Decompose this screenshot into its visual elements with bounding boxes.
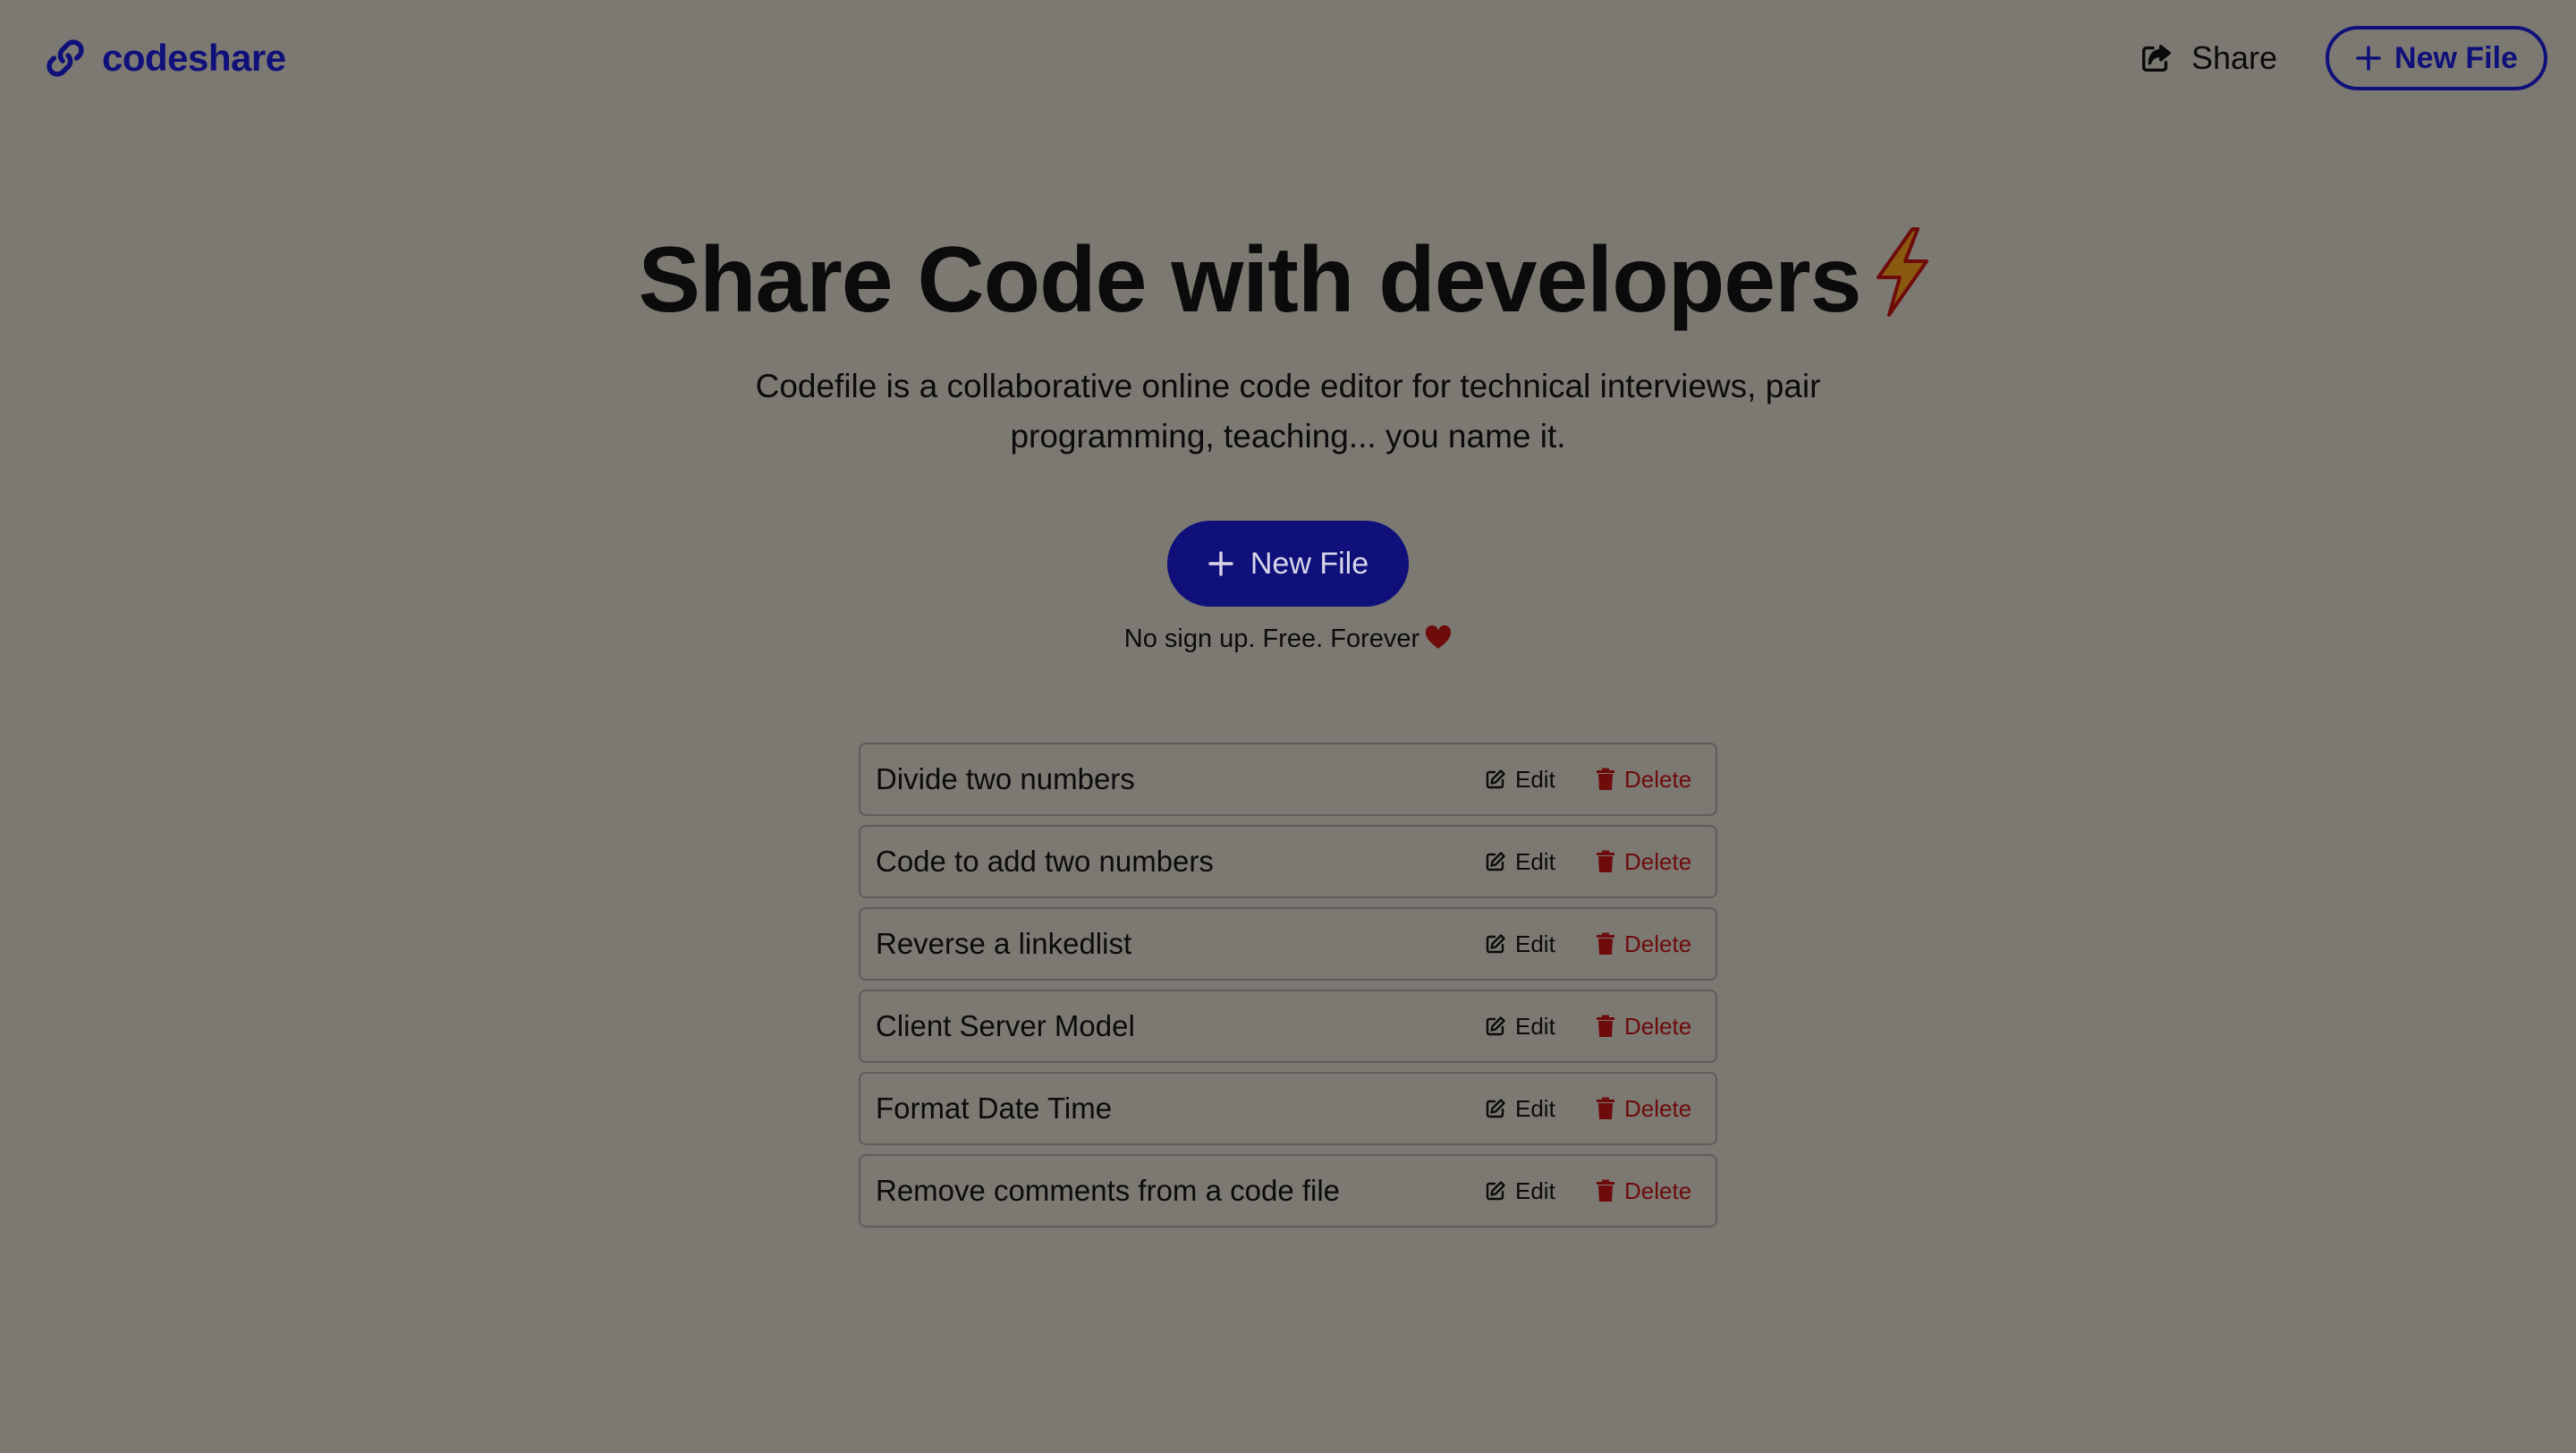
file-name[interactable]: Code to add two numbers — [876, 845, 1214, 879]
trash-icon — [1596, 768, 1615, 791]
trash-icon — [1596, 1015, 1615, 1038]
page-title: Share Code with developers — [0, 225, 2576, 334]
logo-text: codeshare — [102, 37, 286, 79]
trash-icon — [1596, 850, 1615, 873]
edit-label: Edit — [1515, 765, 1555, 793]
link-chain-icon — [43, 36, 88, 81]
file-name[interactable]: Divide two numbers — [876, 762, 1135, 796]
new-file-label: New File — [1250, 546, 1369, 581]
heart-icon — [1425, 623, 1452, 649]
edit-button[interactable]: Edit — [1485, 1013, 1555, 1041]
trash-icon — [1596, 1097, 1615, 1120]
header-new-file-button[interactable]: New File — [2326, 26, 2547, 90]
file-name[interactable]: Format Date Time — [876, 1092, 1112, 1126]
page-title-text: Share Code with developers — [638, 228, 1862, 332]
file-name[interactable]: Client Server Model — [876, 1009, 1135, 1043]
list-item: Reverse a linkedlist Edit Delete — [859, 907, 1717, 981]
edit-button[interactable]: Edit — [1485, 766, 1555, 794]
tagline: No sign up. Free. Forever — [0, 619, 2576, 659]
file-name[interactable]: Reverse a linkedlist — [876, 927, 1131, 961]
delete-button[interactable]: Delete — [1596, 1177, 1691, 1205]
edit-label: Edit — [1515, 1177, 1555, 1204]
list-item: Format Date Time Edit Delete — [859, 1072, 1717, 1145]
delete-label: Delete — [1624, 1177, 1692, 1204]
edit-button[interactable]: Edit — [1485, 1177, 1555, 1205]
delete-button[interactable]: Delete — [1596, 848, 1691, 876]
edit-icon — [1485, 1180, 1506, 1202]
delete-label: Delete — [1624, 1094, 1692, 1122]
edit-button[interactable]: Edit — [1485, 848, 1555, 876]
top-nav: codeshare Share New File — [0, 0, 2576, 116]
edit-icon — [1485, 1015, 1506, 1037]
edit-label: Edit — [1515, 930, 1555, 957]
list-item: Code to add two numbers Edit Delete — [859, 825, 1717, 898]
edit-button[interactable]: Edit — [1485, 930, 1555, 958]
lightning-bolt-icon — [1866, 225, 1937, 319]
delete-button[interactable]: Delete — [1596, 930, 1691, 958]
list-item: Remove comments from a code file Edit De… — [859, 1154, 1717, 1228]
new-file-button[interactable]: New File — [1167, 521, 1409, 607]
trash-icon — [1596, 1179, 1615, 1202]
file-list: Divide two numbers Edit Delete Code to a… — [859, 743, 1717, 1236]
delete-button[interactable]: Delete — [1596, 1095, 1691, 1123]
trash-icon — [1596, 932, 1615, 956]
edit-button[interactable]: Edit — [1485, 1095, 1555, 1123]
share-icon — [2140, 41, 2174, 75]
hero-description: Codefile is a collaborative online code … — [755, 368, 1821, 455]
edit-icon — [1485, 851, 1506, 872]
delete-label: Delete — [1624, 1012, 1692, 1040]
share-label: Share — [2191, 39, 2278, 76]
share-button[interactable]: Share — [2140, 39, 2277, 77]
delete-label: Delete — [1624, 930, 1692, 957]
plus-icon — [1208, 550, 1234, 577]
list-item: Divide two numbers Edit Delete — [859, 743, 1717, 816]
edit-label: Edit — [1515, 1012, 1555, 1040]
edit-icon — [1485, 933, 1506, 955]
list-item: Client Server Model Edit Delete — [859, 990, 1717, 1063]
tagline-text: No sign up. Free. Forever — [1123, 625, 1420, 653]
edit-icon — [1485, 769, 1506, 790]
file-name[interactable]: Remove comments from a code file — [876, 1174, 1340, 1208]
delete-button[interactable]: Delete — [1596, 766, 1691, 794]
edit-label: Edit — [1515, 1094, 1555, 1122]
plus-icon — [2355, 45, 2382, 72]
edit-icon — [1485, 1098, 1506, 1119]
edit-label: Edit — [1515, 847, 1555, 875]
logo-link[interactable]: codeshare — [43, 36, 286, 81]
delete-label: Delete — [1624, 847, 1692, 875]
header-new-file-label: New File — [2394, 40, 2518, 75]
delete-label: Delete — [1624, 765, 1692, 793]
delete-button[interactable]: Delete — [1596, 1013, 1691, 1041]
